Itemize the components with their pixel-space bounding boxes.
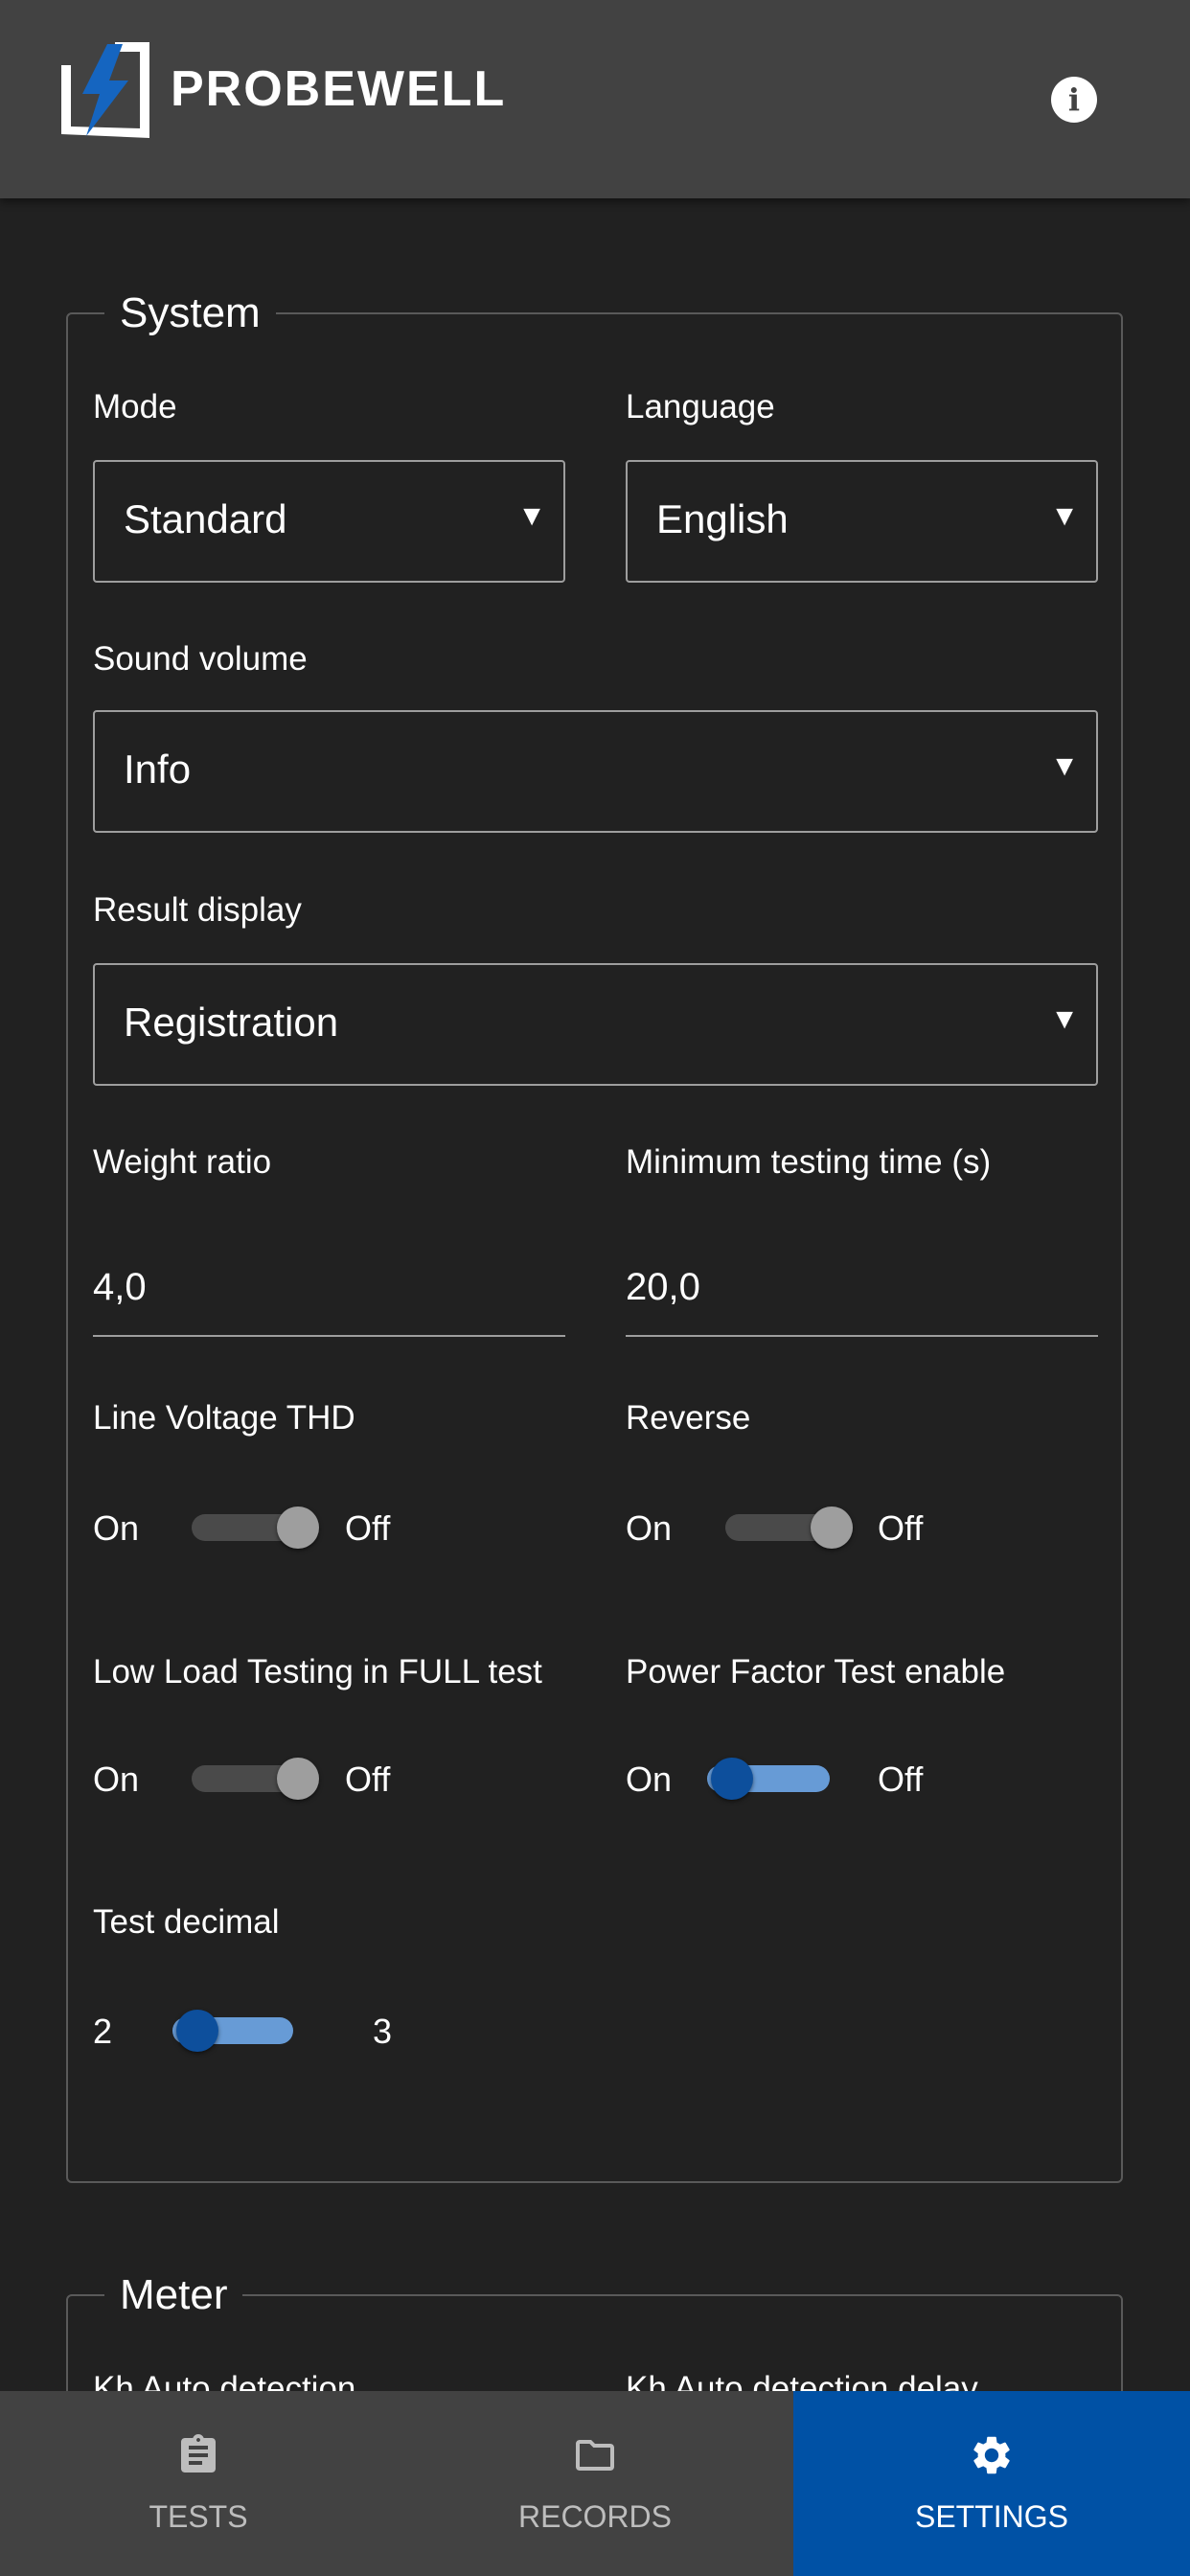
- switch-off-label: Off: [878, 1508, 924, 1548]
- language-select[interactable]: English ▼: [626, 460, 1098, 583]
- nav-records[interactable]: RECORDS: [397, 2391, 793, 2576]
- dropdown-arrow-icon: ▼: [1050, 750, 1079, 782]
- min-testing-time-label: Minimum testing time (s): [626, 1143, 992, 1181]
- switch-off-label: Off: [345, 1760, 391, 1799]
- decimal-right-label: 3: [373, 2012, 393, 2051]
- mode-select[interactable]: Standard ▼: [93, 460, 565, 583]
- switch-off-label: Off: [345, 1508, 391, 1548]
- line-voltage-thd-label: Line Voltage THD: [93, 1399, 355, 1437]
- switch-thumb[interactable]: [711, 1758, 753, 1800]
- brand-name: PROBEWELL: [171, 61, 507, 117]
- probewell-logo-icon: [61, 42, 149, 138]
- min-testing-time-value: 20,0: [626, 1266, 700, 1308]
- weight-ratio-label: Weight ratio: [93, 1143, 272, 1181]
- switch-thumb[interactable]: [176, 2010, 218, 2052]
- sound-volume-label: Sound volume: [93, 640, 308, 678]
- result-display-label: Result display: [93, 891, 302, 929]
- gear-icon: [973, 2436, 1010, 2474]
- folder-icon: [576, 2440, 614, 2471]
- reverse-label: Reverse: [626, 1399, 751, 1437]
- switch-on-label: On: [626, 1508, 673, 1548]
- min-testing-time-input[interactable]: 20,0: [626, 1231, 1098, 1337]
- brand-logo: PROBEWELL: [57, 38, 506, 140]
- language-label: Language: [626, 388, 775, 426]
- decimal-left-label: 2: [93, 2012, 113, 2051]
- nav-records-label: RECORDS: [517, 2499, 672, 2534]
- nav-tests[interactable]: TESTS: [0, 2391, 397, 2576]
- info-icon[interactable]: i: [1051, 77, 1097, 123]
- clipboard-icon: [181, 2434, 216, 2472]
- bottom-navigation: TESTS RECORDS SETTINGS: [0, 2391, 1190, 2576]
- system-title: System: [120, 289, 261, 336]
- nav-tests-label: TESTS: [149, 2499, 248, 2534]
- switch-on-label: On: [93, 1760, 140, 1799]
- dropdown-arrow-icon: ▼: [517, 500, 546, 532]
- test-decimal-label: Test decimal: [93, 1903, 280, 1941]
- switch-thumb[interactable]: [277, 1758, 319, 1800]
- switch-on-label: On: [93, 1508, 140, 1548]
- switch-thumb[interactable]: [277, 1506, 319, 1549]
- nav-settings-label: SETTINGS: [914, 2499, 1068, 2534]
- switch-on-label: On: [626, 1760, 673, 1799]
- language-value: English: [656, 496, 789, 541]
- low-load-label: Low Load Testing in FULL test: [93, 1653, 542, 1690]
- nav-settings[interactable]: SETTINGS: [793, 2391, 1190, 2576]
- dropdown-arrow-icon: ▼: [1050, 500, 1079, 532]
- dropdown-arrow-icon: ▼: [1050, 1003, 1079, 1035]
- weight-ratio-value: 4,0: [93, 1266, 147, 1308]
- result-display-select[interactable]: Registration ▼: [93, 963, 1098, 1086]
- switch-thumb[interactable]: [811, 1506, 853, 1549]
- meter-title: Meter: [120, 2271, 228, 2318]
- weight-ratio-input[interactable]: 4,0: [93, 1231, 565, 1337]
- result-display-value: Registration: [124, 1000, 339, 1045]
- app-header: PROBEWELL i: [0, 0, 1190, 198]
- sound-volume-value: Info: [124, 747, 192, 792]
- sound-volume-select[interactable]: Info ▼: [93, 710, 1098, 833]
- mode-value: Standard: [124, 496, 287, 541]
- power-factor-label: Power Factor Test enable: [626, 1653, 1006, 1690]
- mode-label: Mode: [93, 388, 177, 426]
- switch-off-label: Off: [878, 1760, 924, 1799]
